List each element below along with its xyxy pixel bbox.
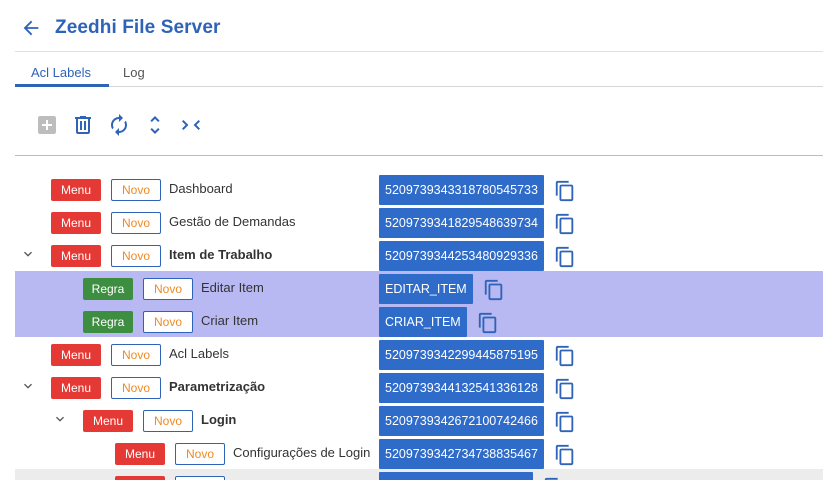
tab-bar: Acl Labels Log xyxy=(15,52,823,87)
acl-id-value: 5209739342672100742466 xyxy=(379,406,544,436)
page-title: Zeedhi File Server xyxy=(55,17,221,38)
type-badge: Menu xyxy=(51,377,101,399)
collapse-all-icon[interactable] xyxy=(179,113,203,137)
tree-row[interactable]: Menu Novo Dashboard 520973934331878054573​3 xyxy=(15,172,823,205)
acl-tree: Menu Novo Dashboard 520973934331878054573​3… xyxy=(15,172,823,480)
tree-item-label: Editar Item xyxy=(201,280,264,295)
chevron-down-icon[interactable] xyxy=(20,378,36,394)
arrow-left-icon[interactable] xyxy=(20,17,42,39)
status-badge: Novo xyxy=(111,245,161,267)
acl-id-value xyxy=(379,472,533,480)
type-badge: Regra xyxy=(83,311,133,333)
tree-row[interactable]: Menu Novo Login 5209739342672100742466 xyxy=(15,403,823,436)
acl-id-value: EDITAR_ITEM xyxy=(379,274,473,304)
tree-item-label: Item de Trabalho xyxy=(169,247,273,262)
tree-item-label: Dashboard xyxy=(169,181,233,196)
copy-icon[interactable] xyxy=(554,212,576,236)
tree-item-label: Gestão de Demandas xyxy=(169,214,296,229)
type-badge: Menu xyxy=(51,212,101,234)
copy-icon[interactable] xyxy=(554,410,576,434)
expand-all-icon[interactable] xyxy=(143,113,167,137)
copy-icon[interactable] xyxy=(554,179,576,203)
acl-id-value: 5209739342734738835467 xyxy=(379,439,544,469)
toolbar-divider xyxy=(15,155,823,156)
tab-acl-labels[interactable]: Acl Labels xyxy=(31,65,91,80)
status-badge: Novo xyxy=(175,476,225,480)
copy-icon[interactable] xyxy=(483,278,505,302)
toolbar xyxy=(15,105,823,145)
tree-row[interactable]: Menu Novo Gestão de Demandas 52097393418295… xyxy=(15,205,823,238)
type-badge: Menu xyxy=(51,245,101,267)
type-badge: Menu xyxy=(115,476,165,480)
status-badge: Novo xyxy=(143,278,193,300)
copy-icon[interactable] xyxy=(554,344,576,368)
tree-row[interactable]: Menu Novo Configurações de Login 5209739342… xyxy=(15,436,823,469)
copy-icon[interactable] xyxy=(554,245,576,269)
trash-icon[interactable] xyxy=(71,113,95,137)
status-badge: Novo xyxy=(111,377,161,399)
acl-id-value: 5209739341829548639734 xyxy=(379,208,544,238)
type-badge: Menu xyxy=(83,410,133,432)
type-badge: Regra xyxy=(83,278,133,300)
type-badge: Menu xyxy=(115,443,165,465)
copy-icon[interactable] xyxy=(543,476,565,480)
acl-id-value: 520973934331878054573​3 xyxy=(379,175,544,205)
status-badge: Novo xyxy=(143,311,193,333)
tree-item-label: Parametrização xyxy=(169,379,266,394)
status-badge: Novo xyxy=(111,344,161,366)
tree-row[interactable]: Menu Novo xyxy=(15,469,823,480)
type-badge: Menu xyxy=(51,344,101,366)
copy-icon[interactable] xyxy=(477,311,499,335)
acl-id-value: 5209739344132541336128 xyxy=(379,373,544,403)
status-badge: Novo xyxy=(143,410,193,432)
status-badge: Novo xyxy=(111,212,161,234)
tree-item-label: Criar Item xyxy=(201,313,259,328)
acl-id-value: CRIAR_ITEM xyxy=(379,307,467,337)
tree-row[interactable]: Menu Novo Item de Trabalho 5209739344253480… xyxy=(15,238,823,271)
refresh-icon[interactable] xyxy=(107,113,131,137)
tree-row[interactable]: Menu Novo Parametrização 520973934413254133… xyxy=(15,370,823,403)
tree-row[interactable]: Regra Novo Editar Item EDITAR_ITEM xyxy=(15,271,823,304)
tree-row[interactable]: Menu Novo Acl Labels 5209739342299445875195 xyxy=(15,337,823,370)
tree-item-label: Login xyxy=(201,412,237,427)
add-box-icon[interactable] xyxy=(35,113,59,137)
tree-item-label: Acl Labels xyxy=(169,346,229,361)
chevron-down-icon[interactable] xyxy=(52,411,68,427)
copy-icon[interactable] xyxy=(554,377,576,401)
chevron-down-icon[interactable] xyxy=(20,246,36,262)
app-header: Zeedhi File Server xyxy=(15,0,823,52)
acl-id-value: 5209739342299445875195 xyxy=(379,340,544,370)
status-badge: Novo xyxy=(111,179,161,201)
tree-item-label: Configurações de Login xyxy=(233,445,371,460)
copy-icon[interactable] xyxy=(554,443,576,467)
status-badge: Novo xyxy=(175,443,225,465)
tab-log[interactable]: Log xyxy=(123,65,145,80)
acl-id-value: 5209739344253480929336 xyxy=(379,241,544,271)
tree-row[interactable]: Regra Novo Criar Item CRIAR_ITEM xyxy=(15,304,823,337)
type-badge: Menu xyxy=(51,179,101,201)
active-tab-indicator xyxy=(15,84,109,87)
